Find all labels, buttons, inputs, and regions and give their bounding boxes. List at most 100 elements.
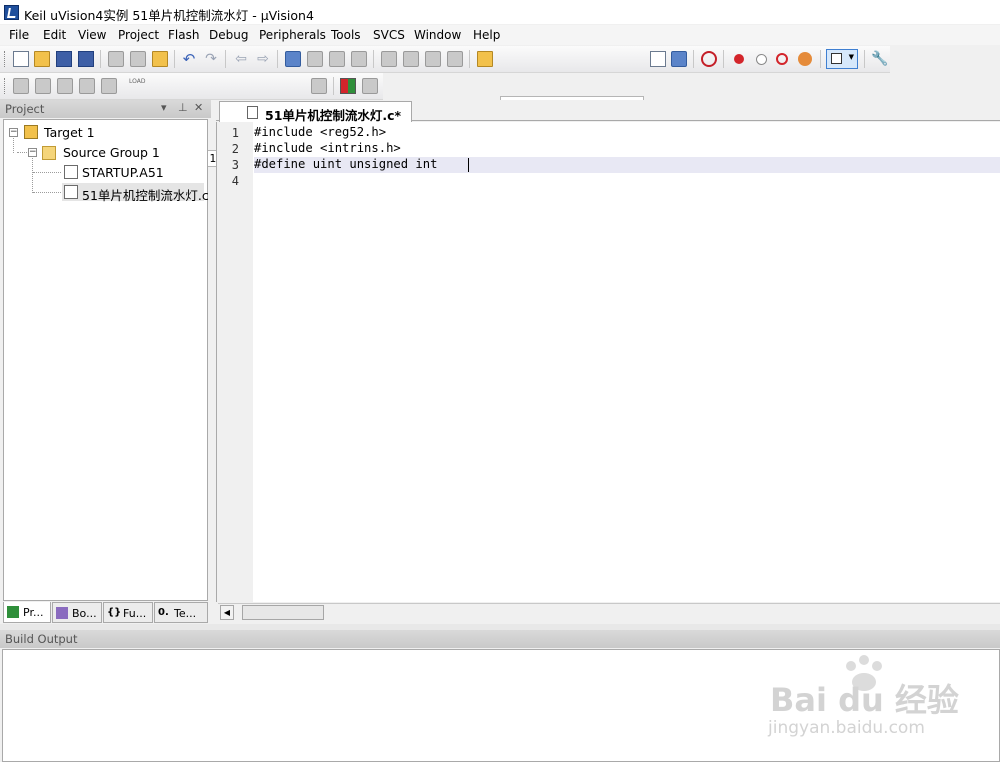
project-panel-title: Project [5,102,45,116]
toolbar-separator [864,50,865,68]
toolbar-separator [693,50,694,68]
tree-item-target[interactable]: Target 1 [44,125,95,140]
file-icon [64,165,78,179]
toolbar-separator [174,50,175,68]
paste-icon[interactable] [152,51,168,67]
collapse-group-toggle[interactable]: − [28,148,37,157]
insert-breakpoint-icon[interactable] [734,54,744,64]
new-file-icon[interactable] [13,51,29,67]
menu-svcs[interactable]: SVCS [373,28,405,42]
toolbar-separator [373,50,374,68]
menu-project[interactable]: Project [118,28,159,42]
translate-icon[interactable] [13,78,29,94]
toolbar-separator [225,50,226,68]
menu-file[interactable]: File [9,28,29,42]
collapse-target-toggle[interactable]: − [9,128,18,137]
navigate-back-icon[interactable]: ⇦ [233,51,249,67]
indent-icon[interactable] [381,51,397,67]
scroll-left-icon[interactable]: ◀ [220,605,234,620]
toolbar-grip[interactable] [4,78,8,94]
tab-project[interactable]: Pr... [3,602,51,623]
panel-menu-icon[interactable]: ▾ [161,101,167,114]
cut-icon[interactable] [108,51,124,67]
close-icon[interactable]: ✕ [194,101,203,114]
title-bar: Keil uVision4实例 51单片机控制流水灯 - µVision4 [0,0,1000,24]
unindent-icon[interactable] [403,51,419,67]
previous-bookmark-icon[interactable] [307,51,323,67]
tab-functions-label: Fu... [123,607,147,620]
code-line[interactable]: #include <reg52.h> [254,125,386,139]
insert-bookmark-icon[interactable] [285,51,301,67]
clear-bookmarks-icon[interactable] [351,51,367,67]
next-bookmark-icon[interactable] [329,51,345,67]
batch-build-icon[interactable] [79,78,95,94]
open-folder-icon[interactable] [34,51,50,67]
project-panel-tabs: Pr... Bo... {} Fu... 0. Te... [3,602,208,624]
browse-icon[interactable] [671,51,687,67]
stop-build-icon[interactable] [101,78,117,94]
disable-breakpoints-icon[interactable] [776,53,788,65]
redo-icon[interactable]: ↷ [203,51,219,67]
line-number: 2 [231,142,239,156]
pin-icon[interactable]: ⊥ [178,101,188,114]
paw-toe [859,655,869,665]
tree-item-source-group[interactable]: Source Group 1 [63,145,160,160]
menu-window[interactable]: Window [414,28,461,42]
menu-peripherals[interactable]: Peripherals [259,28,326,42]
uncomment-icon[interactable] [447,51,463,67]
build-icon[interactable] [35,78,51,94]
tab-project-label: Pr... [23,606,44,619]
start-debug-icon[interactable] [701,51,717,67]
functions-tab-icon: {} [107,607,122,618]
window-layout-button[interactable]: ▼ [826,49,858,69]
menu-view[interactable]: View [78,28,106,42]
find-in-files-icon[interactable] [477,51,493,67]
download-button[interactable]: LOAD [129,78,145,94]
toolbar-grip[interactable] [4,51,8,67]
menu-edit[interactable]: Edit [43,28,66,42]
save-all-icon[interactable] [78,51,94,67]
tree-item-file-selected[interactable]: 51单片机控制流水灯.c [82,185,209,204]
navigate-forward-icon[interactable]: ⇨ [255,51,271,67]
save-icon[interactable] [56,51,72,67]
file-extensions-icon[interactable] [362,78,378,94]
toolbar-separator [723,50,724,68]
tree-item-file[interactable]: STARTUP.A51 [82,165,164,180]
undo-icon[interactable]: ↶ [181,51,197,67]
enable-breakpoint-icon[interactable] [756,54,767,65]
tab-templates-label: Te... [174,607,197,620]
window-title: Keil uVision4实例 51单片机控制流水灯 - µVision4 [24,8,314,23]
rebuild-icon[interactable] [57,78,73,94]
project-panel-header: Project ▾ ⊥ ✕ [0,100,211,118]
tab-templates[interactable]: 0. Te... [154,602,208,623]
manage-components-icon[interactable] [340,78,356,94]
menu-tools[interactable]: Tools [331,28,361,42]
load-label: LOAD [129,78,146,85]
menu-debug[interactable]: Debug [209,28,248,42]
target-options-icon[interactable] [311,78,327,94]
code-line[interactable]: #include <intrins.h> [254,141,401,155]
line-number-gutter [217,122,253,602]
toolbar-separator [820,50,821,68]
kill-breakpoints-icon[interactable] [798,52,812,66]
editor-tab-main-c[interactable]: 51单片机控制流水灯.c* [219,101,412,123]
text-caret [468,158,469,172]
tab-books[interactable]: Bo... [52,602,102,623]
menu-flash[interactable]: Flash [168,28,199,42]
tab-functions[interactable]: {} Fu... [103,602,153,623]
file-icon [247,106,258,119]
menu-help[interactable]: Help [473,28,500,42]
horizontal-scrollbar[interactable]: ◀ [218,603,1000,621]
tree-connector [33,172,61,173]
tree-connector [17,152,27,153]
wrench-icon[interactable]: 🔧 [871,51,888,67]
project-tab-icon [7,606,19,618]
incremental-find-icon[interactable] [650,51,666,67]
folder-icon [42,146,56,160]
code-line[interactable]: #define uint unsigned int [254,157,445,171]
scrollbar-thumb[interactable] [242,605,324,620]
toolbar-separator [469,50,470,68]
copy-icon[interactable] [130,51,146,67]
comment-icon[interactable] [425,51,441,67]
code-editor[interactable] [216,122,1000,602]
